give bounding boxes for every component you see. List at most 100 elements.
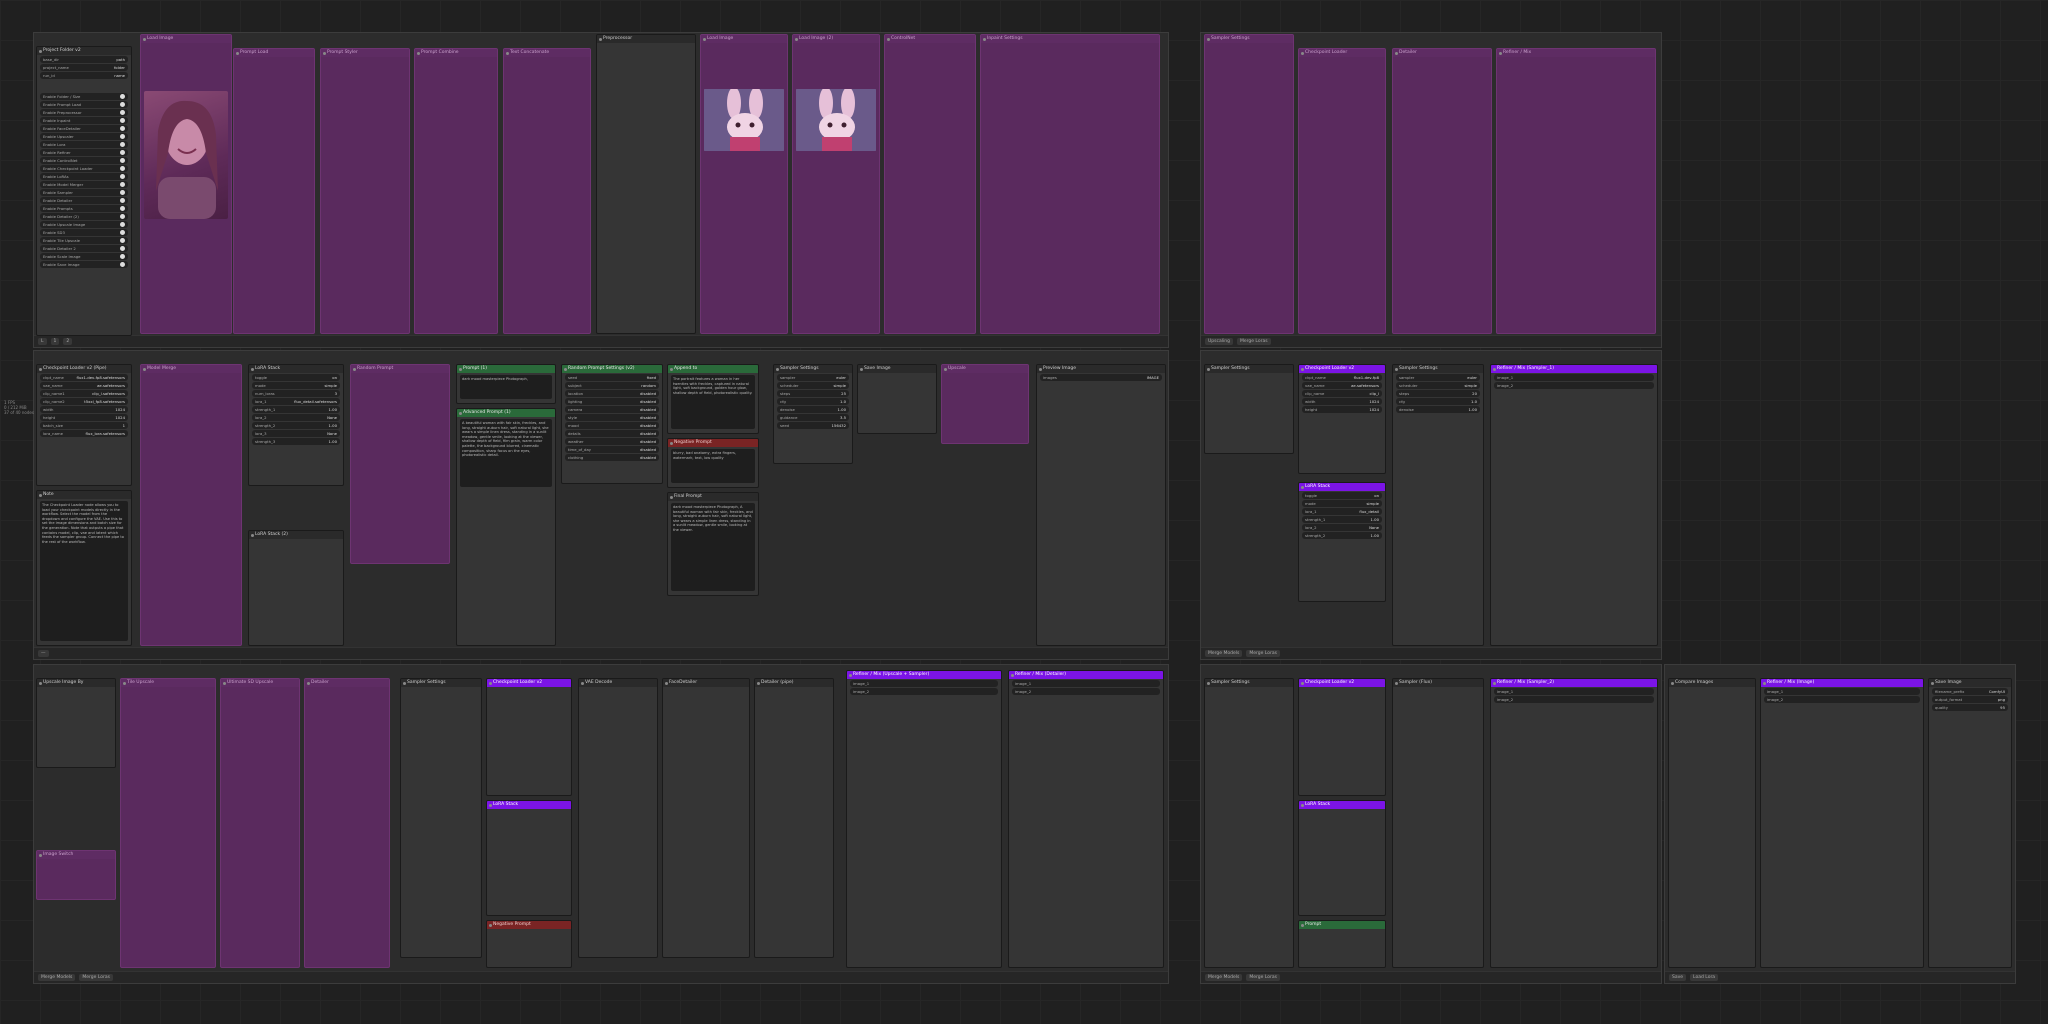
widget-value[interactable]: IMAGE [1147, 375, 1159, 380]
node[interactable]: Sampler (Flux) [1392, 678, 1484, 968]
node-title[interactable]: Note [37, 491, 131, 499]
node-title[interactable]: ControlNet [885, 35, 975, 43]
group-toolbar[interactable]: L 1 2 [34, 335, 1168, 347]
toggle-row[interactable]: Enable ControlNet [40, 157, 128, 164]
group-toolbar-item[interactable]: Save [1669, 974, 1687, 981]
widget-row[interactable]: clip_name1 clip_l.safetensors [40, 390, 128, 397]
widget-value[interactable]: 25 [841, 391, 846, 396]
widget-row[interactable]: denoise 1.00 [1396, 406, 1480, 413]
widget-value[interactable]: simple [1464, 383, 1477, 388]
widget-value[interactable]: None [327, 431, 337, 436]
widget-row[interactable]: denoise 1.00 [777, 406, 849, 413]
widget-value[interactable]: euler [836, 375, 846, 380]
project-folder-node[interactable]: Project Folder v2 base_dir path project_na… [36, 46, 132, 336]
muted-node[interactable]: ControlNet [884, 34, 976, 334]
node-title[interactable]: Tile Upscale [121, 679, 215, 687]
toggle-switch-icon[interactable] [120, 102, 125, 107]
toggle-row[interactable]: Enable Preprocessor [40, 109, 128, 116]
node-title[interactable]: FaceDetailer [663, 679, 749, 687]
widget-value[interactable]: ae.safetensors [1351, 383, 1379, 388]
widget-value[interactable]: flux1-dev-fp8 [1354, 375, 1379, 380]
toggle-switch-icon[interactable] [120, 230, 125, 235]
muted-node[interactable]: Image Switch [36, 850, 116, 900]
node-title[interactable]: Text Concatenate [504, 49, 590, 57]
toggle-row[interactable]: Enable Tile Upscale [40, 237, 128, 244]
toggle-switch-icon[interactable] [120, 206, 125, 211]
muted-node[interactable]: Refiner / Mix [1496, 48, 1656, 334]
node[interactable]: Detailer (pipe) [754, 678, 834, 958]
widget-value[interactable]: random [641, 383, 656, 388]
widget-row[interactable]: image_1 [1012, 680, 1160, 687]
widget-value[interactable]: disabled [640, 439, 656, 444]
widget-value[interactable]: simple [833, 383, 846, 388]
prompt-text[interactable]: A beautiful woman with fair skin, freckl… [460, 419, 552, 487]
widget-row[interactable]: image_1 [1764, 688, 1920, 695]
toggle-row[interactable]: Enable Lora [40, 141, 128, 148]
widget-row[interactable]: scheduler simple [777, 382, 849, 389]
widget-value[interactable]: simple [1366, 501, 1379, 506]
widget-row[interactable]: image_2 [1012, 688, 1160, 695]
widget-value[interactable]: 95 [2000, 705, 2005, 710]
toggle-row[interactable]: Enable Detailer [40, 197, 128, 204]
group-toolbar[interactable]: Upscaling Merge Loras [1201, 335, 1661, 347]
node-title[interactable]: Preprocessor [597, 35, 695, 43]
group-toolbar-item[interactable]: Upscaling [1205, 338, 1233, 345]
toggle-switch-icon[interactable] [120, 166, 125, 171]
node-title[interactable]: Detailer [1393, 49, 1491, 57]
group-toolbar-item[interactable]: Load Lora [1690, 974, 1719, 981]
final-text[interactable]: dark mood masterpiece Photograph, A beau… [671, 503, 755, 591]
group-toolbar-item[interactable]: Merge Loras [1236, 338, 1271, 345]
muted-node[interactable]: Ultimate SD Upscale [220, 678, 300, 968]
widget-value[interactable]: t5xxl_fp8.safetensors [84, 399, 125, 404]
widget-value[interactable]: euler [1467, 375, 1477, 380]
muted-node[interactable]: Load Image (2) [792, 34, 880, 334]
toggle-row[interactable]: Enable Detailer 2 [40, 245, 128, 252]
toggle-switch-icon[interactable] [120, 254, 125, 259]
node-title[interactable]: Refiner / Mix (Detailer) [1009, 671, 1163, 679]
widget-value[interactable]: on [332, 375, 337, 380]
node-title[interactable]: Ultimate SD Upscale [221, 679, 299, 687]
group-toolbar[interactable]: Save Load Lora [1665, 971, 2015, 983]
widget-row[interactable]: base_dir path [40, 56, 128, 63]
widget-row[interactable]: sampler euler [777, 374, 849, 381]
widget-value[interactable]: flux1-dev-fp8.safetensors [76, 375, 125, 380]
node-title[interactable]: Save Image [1929, 679, 2011, 687]
widget-row[interactable]: lora_1 flux_detail.safetensors [252, 398, 340, 405]
widget-value[interactable]: disabled [640, 447, 656, 452]
muted-node[interactable]: Detailer [304, 678, 390, 968]
refiner-1-node[interactable]: Refiner / Mix (Sampler_1) image_1 image_2 [1490, 364, 1658, 646]
muted-node[interactable]: Prompt Load [233, 48, 315, 334]
toggle-row[interactable]: Enable FaceDetailer [40, 125, 128, 132]
refiner-4-node[interactable]: Refiner / Mix (Image) image_1 image_2 [1760, 678, 1924, 968]
note-node[interactable]: Note The Checkpoint Loader node allows y… [36, 490, 132, 646]
widget-row[interactable]: image_1 [850, 680, 998, 687]
widget-value[interactable]: png [1998, 697, 2005, 702]
node-title[interactable]: Sampler (Flux) [1393, 679, 1483, 687]
widget-row[interactable]: location disabled [565, 390, 659, 397]
node-title[interactable]: Sampler Settings [401, 679, 481, 687]
widget-row[interactable]: lora_2 None [1302, 524, 1382, 531]
widget-row[interactable]: mode simple [252, 382, 340, 389]
node-title[interactable]: Checkpoint Loader v2 [487, 679, 571, 687]
widget-row[interactable]: strength_2 1.00 [252, 422, 340, 429]
widget-value[interactable]: 3 [335, 391, 337, 396]
widget-value[interactable]: clip_l [1369, 391, 1379, 396]
widget-value[interactable]: 1.00 [329, 407, 337, 412]
widget-value[interactable]: ae.safetensors [97, 383, 125, 388]
widget-value[interactable]: 20 [1472, 391, 1477, 396]
node-title[interactable]: Final Prompt [668, 493, 758, 501]
widget-row[interactable]: lora_2 None [252, 414, 340, 421]
widget-value[interactable]: fixed [647, 375, 656, 380]
sampler-settings-node[interactable]: Sampler Settings [1204, 678, 1294, 968]
save-image-node[interactable]: Save Image filename_prefix ComfyUI output_… [1928, 678, 2012, 968]
widget-value[interactable]: 1.00 [329, 423, 337, 428]
group-toolbar-item[interactable]: Merge Models [1205, 974, 1243, 981]
widget-row[interactable]: toggle on [252, 374, 340, 381]
toggle-row[interactable]: Enable Upscaler [40, 133, 128, 140]
widget-row[interactable]: style disabled [565, 414, 659, 421]
muted-node[interactable]: Checkpoint Loader [1298, 48, 1386, 334]
toggle-switch-icon[interactable] [120, 238, 125, 243]
widget-row[interactable]: details disabled [565, 430, 659, 437]
muted-node[interactable]: Upscale [941, 364, 1029, 444]
prompt-text[interactable]: dark mood masterpiece Photograph, [460, 375, 552, 399]
